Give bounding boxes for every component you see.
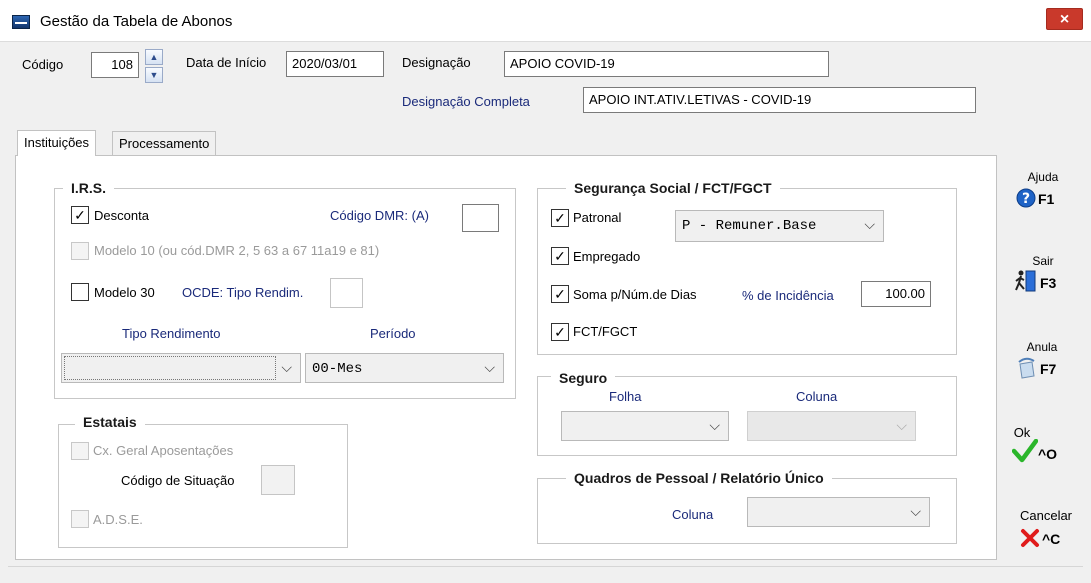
- seguranca-social-title: Segurança Social / FCT/FGCT: [566, 180, 780, 196]
- patronal-select[interactable]: P - Remuner.Base ⌵: [675, 210, 884, 242]
- checkmark-icon: [1012, 439, 1038, 463]
- chevron-down-icon: ⌵: [910, 503, 921, 519]
- incidencia-label: % de Incidência: [742, 288, 834, 303]
- eraser-icon: [1018, 357, 1035, 379]
- irs-title: I.R.S.: [63, 180, 115, 196]
- patronal-checkbox[interactable]: ✓: [551, 209, 569, 227]
- soma-label: Soma p/Núm.de Dias: [573, 287, 697, 302]
- modelo10-label: Modelo 10 (ou cód.DMR 2, 5 63 a 67 11a19…: [94, 243, 380, 258]
- spin-up-icon[interactable]: ▲: [145, 49, 163, 65]
- cancelar-key: ^C: [1042, 531, 1061, 547]
- sair-button[interactable]: Sair F3: [1010, 254, 1072, 299]
- desconta-label: Desconta: [94, 208, 149, 223]
- data-inicio-input[interactable]: 2020/03/01: [286, 51, 384, 77]
- periodo-label: Período: [370, 326, 416, 341]
- incidencia-input[interactable]: 100.00: [861, 281, 931, 307]
- tab-processamento[interactable]: Processamento: [112, 131, 217, 155]
- exit-icon: [1015, 270, 1036, 292]
- chevron-down-icon: ⌵: [281, 359, 292, 375]
- ajuda-label: Ajuda: [1027, 170, 1059, 184]
- estatais-title: Estatais: [75, 414, 145, 430]
- quadros-coluna-select[interactable]: ⌵: [747, 497, 930, 527]
- sair-key: F3: [1040, 275, 1057, 291]
- ajuda-key: F1: [1038, 191, 1055, 207]
- anula-button[interactable]: Anula F7: [1010, 340, 1072, 385]
- cx-geral-checkbox[interactable]: [71, 442, 89, 460]
- modelo30-label: Modelo 30: [94, 285, 155, 300]
- periodo-select[interactable]: 00-Mes ⌵: [305, 353, 504, 383]
- cx-geral-label: Cx. Geral Aposentações: [93, 443, 234, 458]
- folha-label: Folha: [609, 389, 642, 404]
- codigo-dmr-input[interactable]: [462, 204, 499, 232]
- designacao-label: Designação: [402, 55, 471, 70]
- help-icon: ?: [1016, 188, 1036, 208]
- quadros-title: Quadros de Pessoal / Relatório Único: [566, 470, 832, 486]
- adse-label: A.D.S.E.: [93, 512, 143, 527]
- x-icon: [1021, 529, 1039, 547]
- desconta-checkbox[interactable]: ✓: [71, 206, 89, 224]
- fct-checkbox[interactable]: ✓: [551, 323, 569, 341]
- designacao-completa-label: Designação Completa: [402, 94, 530, 109]
- ocde-input[interactable]: [330, 278, 363, 308]
- codigo-spinner[interactable]: ▲ ▼: [145, 49, 163, 83]
- empregado-label: Empregado: [573, 249, 641, 264]
- codigo-situacao-input[interactable]: [261, 465, 295, 495]
- quadros-coluna-label: Coluna: [672, 507, 714, 522]
- seguro-coluna-select[interactable]: ⌵: [747, 411, 916, 441]
- empregado-checkbox[interactable]: ✓: [551, 247, 569, 265]
- ok-label: Ok: [1013, 425, 1031, 440]
- codigo-input[interactable]: 108: [91, 52, 139, 78]
- modelo10-checkbox[interactable]: [71, 242, 89, 260]
- divider: [8, 566, 1083, 567]
- tipo-rendimento-label: Tipo Rendimento: [122, 326, 221, 341]
- codigo-label: Código: [22, 57, 64, 72]
- designacao-input[interactable]: APOIO COVID-19: [504, 51, 829, 77]
- close-button[interactable]: ×: [1046, 8, 1083, 30]
- tab-instituicoes[interactable]: Instituições: [17, 130, 97, 156]
- soma-checkbox[interactable]: ✓: [551, 285, 569, 303]
- modelo30-checkbox[interactable]: [71, 283, 89, 301]
- codigo-situacao-label: Código de Situação: [121, 473, 235, 488]
- app-icon: [12, 15, 30, 29]
- spin-down-icon[interactable]: ▼: [145, 67, 163, 83]
- chevron-down-icon: ⌵: [896, 417, 907, 433]
- seguro-coluna-label: Coluna: [796, 389, 838, 404]
- fct-label: FCT/FGCT: [573, 324, 638, 339]
- chevron-down-icon: ⌵: [484, 359, 495, 375]
- anula-key: F7: [1040, 361, 1057, 377]
- periodo-value: 00-Mes: [312, 361, 363, 377]
- focus-rect: [64, 356, 276, 380]
- codigo-dmr-label: Código DMR: (A): [330, 208, 429, 223]
- seguro-title: Seguro: [551, 370, 616, 386]
- patronal-label: Patronal: [573, 210, 622, 225]
- ajuda-button[interactable]: Ajuda ? F1: [1010, 170, 1072, 215]
- sair-label: Sair: [1032, 254, 1054, 268]
- cancelar-button[interactable]: Cancelar ^C: [1010, 508, 1080, 553]
- patronal-select-value: P - Remuner.Base: [682, 218, 817, 234]
- data-inicio-label: Data de Início: [186, 55, 267, 70]
- folha-select[interactable]: ⌵: [561, 411, 729, 441]
- cancelar-label: Cancelar: [1019, 508, 1073, 523]
- designacao-completa-input[interactable]: APOIO INT.ATIV.LETIVAS - COVID-19: [583, 87, 976, 113]
- ok-button[interactable]: Ok ^O: [1010, 425, 1072, 470]
- ok-key: ^O: [1038, 446, 1058, 462]
- window-title: Gestão da Tabela de Abonos: [40, 13, 233, 30]
- ocde-label: OCDE: Tipo Rendim.: [182, 285, 304, 300]
- chevron-down-icon: ⌵: [864, 216, 875, 232]
- svg-text:?: ?: [1022, 191, 1030, 207]
- anula-label: Anula: [1026, 340, 1058, 354]
- chevron-down-icon: ⌵: [709, 417, 720, 433]
- adse-checkbox[interactable]: [71, 510, 89, 528]
